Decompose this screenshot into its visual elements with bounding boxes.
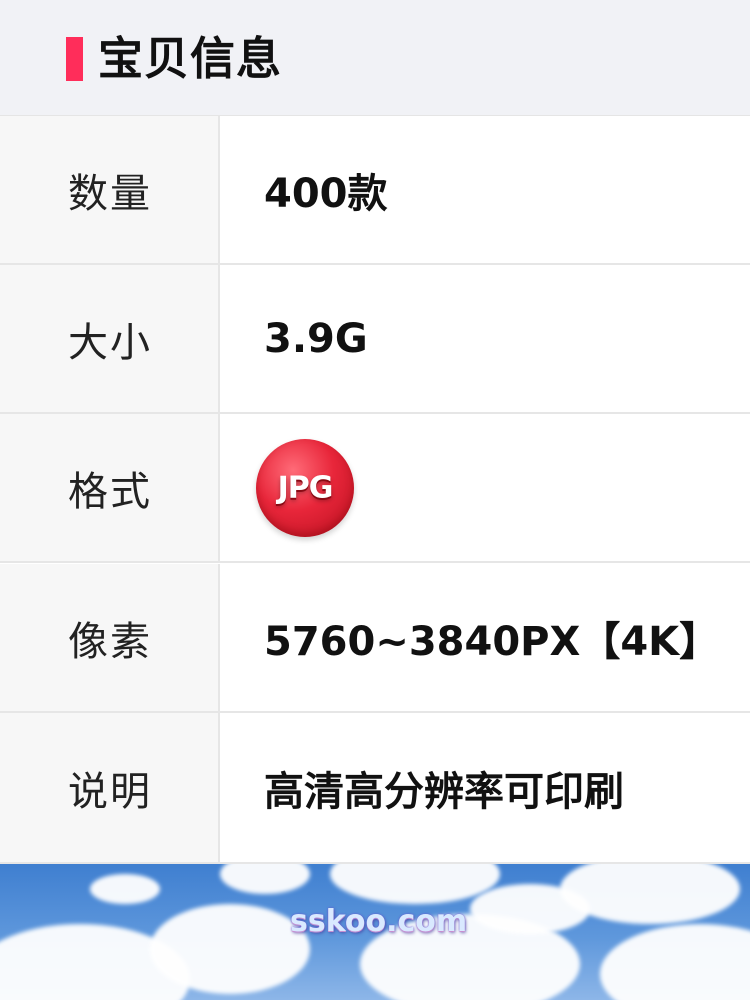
table-row-quantity: 数量 400款 <box>0 116 750 265</box>
accent-bar <box>66 37 83 81</box>
cloud-shape <box>220 864 310 894</box>
table-row-pixels: 像素 5760~3840PX【4K】 <box>0 564 750 713</box>
jpg-badge-text: JPG <box>277 470 334 505</box>
row-label: 说明 <box>68 768 152 815</box>
row-label: 大小 <box>68 319 152 366</box>
row-label: 格式 <box>68 468 152 515</box>
label-cell: 说明 <box>0 713 220 862</box>
table-row-format: 格式 JPG <box>0 414 750 563</box>
jpg-format-icon: JPG <box>256 438 354 537</box>
label-cell: 像素 <box>0 564 220 711</box>
cloud-shape <box>150 904 310 994</box>
sky-cloud-image: sskoo.com <box>0 864 750 1000</box>
section-header: 宝贝信息 <box>0 0 750 116</box>
section-title: 宝贝信息 <box>98 32 283 85</box>
row-value: 高清高分辨率可印刷 <box>264 768 624 815</box>
row-value: 400款 <box>264 170 388 217</box>
label-cell: 格式 <box>0 414 220 561</box>
row-label: 像素 <box>68 618 152 665</box>
row-value: 3.9G <box>264 315 368 362</box>
label-cell: 大小 <box>0 265 220 412</box>
row-value: 5760~3840PX【4K】 <box>264 618 720 665</box>
row-label: 数量 <box>68 170 152 217</box>
cloud-shape <box>600 924 750 1000</box>
table-row-size: 大小 3.9G <box>0 265 750 414</box>
info-table: 数量 400款 大小 3.9G 格式 JPG 像素 5760~3840PX【4K… <box>0 116 750 864</box>
label-cell: 数量 <box>0 116 220 263</box>
table-row-description: 说明 高清高分辨率可印刷 <box>0 713 750 864</box>
cloud-shape <box>90 874 160 904</box>
watermark-logo: sskoo.com <box>290 904 468 939</box>
product-info-page: 宝贝信息 数量 400款 大小 3.9G 格式 JPG 像素 5760~3840… <box>0 0 750 1000</box>
